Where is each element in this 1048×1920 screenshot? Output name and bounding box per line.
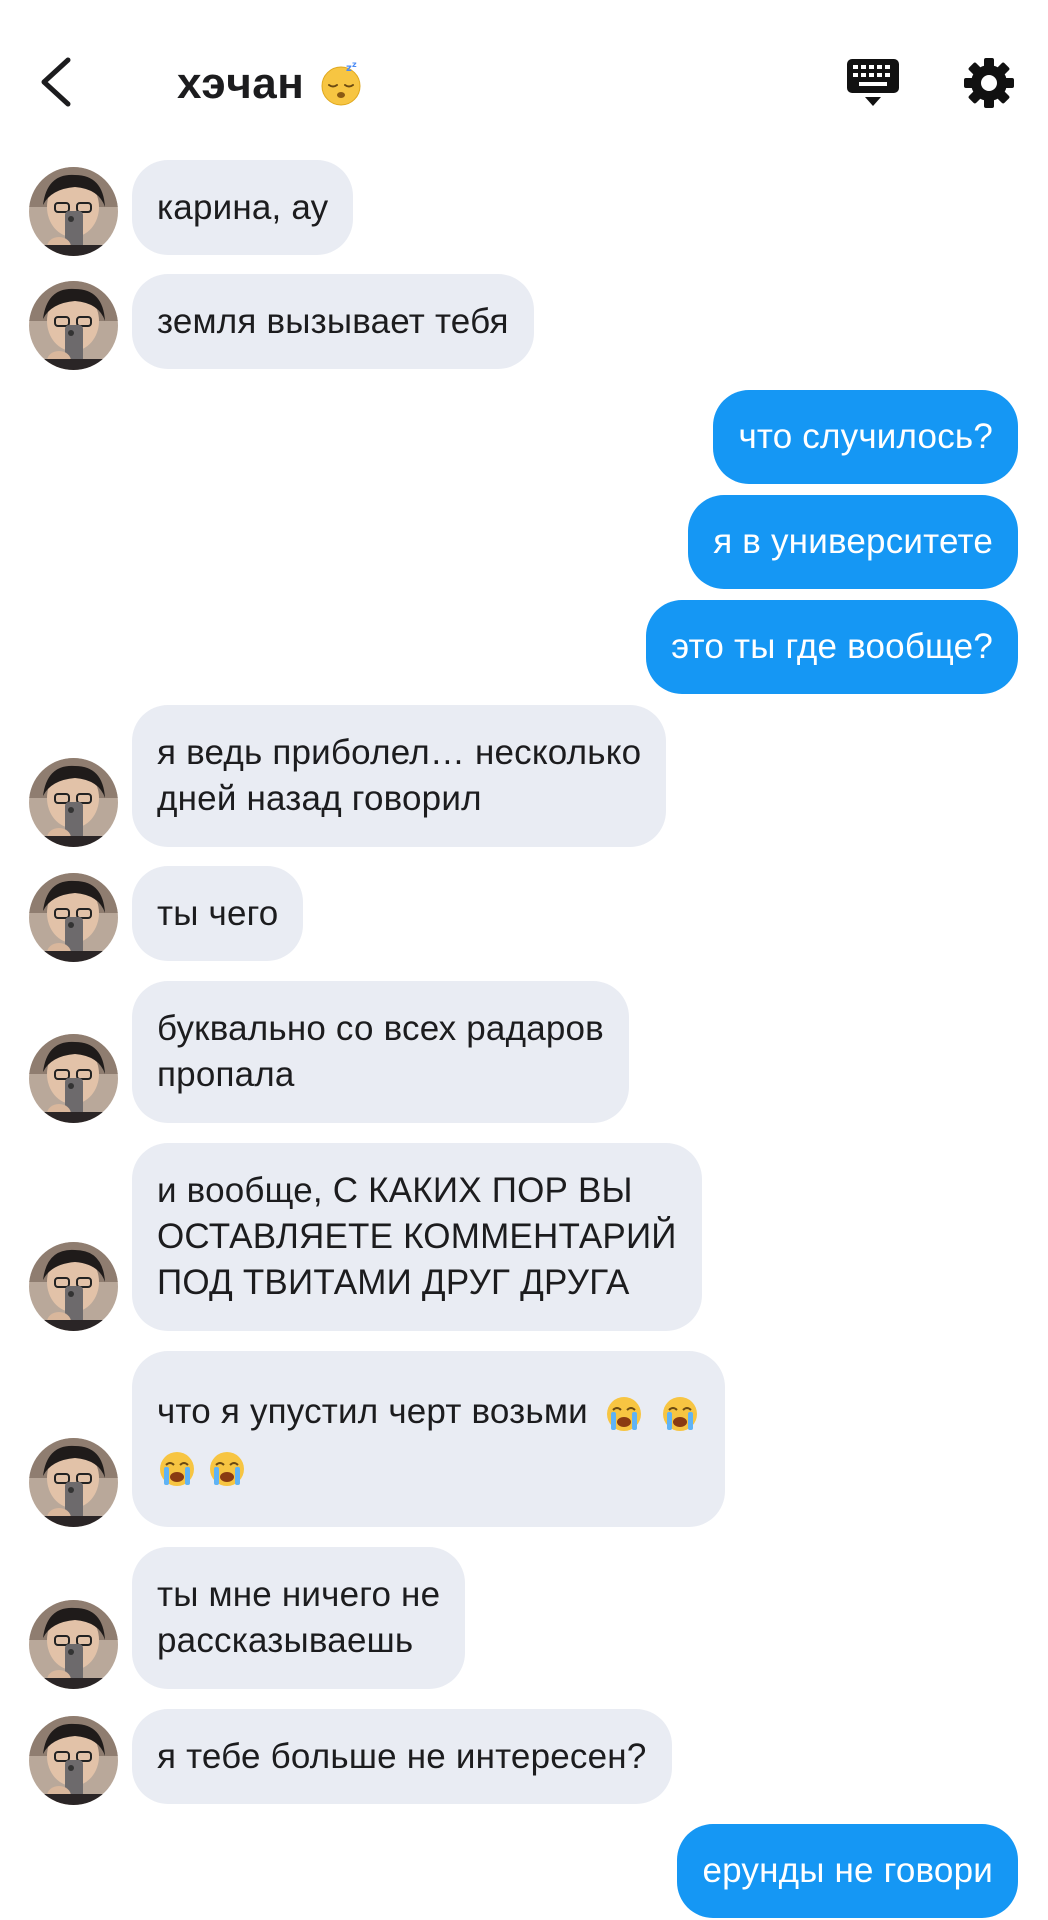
- message-text: ты чего: [157, 893, 279, 933]
- loudly-crying-face-emoji: [662, 1396, 697, 1431]
- message-text: я тебе больше не интересен?: [157, 1736, 647, 1776]
- back-button[interactable]: [30, 52, 90, 112]
- message-text: я в университете: [713, 522, 993, 561]
- keyboard-button[interactable]: [845, 55, 901, 111]
- chat-header: хэчан z z: [0, 0, 1048, 160]
- avatar[interactable]: [29, 1716, 118, 1805]
- message-text: это ты где вообще?: [671, 627, 993, 666]
- avatar[interactable]: [29, 758, 118, 847]
- message-bubble-incoming[interactable]: ты мне ничего не рассказываешь: [132, 1547, 466, 1689]
- message-bubble-incoming[interactable]: ты чего: [132, 866, 304, 961]
- keyboard-icon: [847, 59, 899, 106]
- message-bubble-incoming[interactable]: что я упустил черт возьми: [132, 1351, 725, 1527]
- contact-name: хэчан: [177, 59, 305, 108]
- message-bubble-incoming[interactable]: и вообще, С КАКИХ ПОР ВЫ ОСТАВЛЯЕТЕ КОММ…: [132, 1143, 702, 1331]
- message-bubble-outgoing[interactable]: что случилось?: [713, 390, 1018, 484]
- message-text: что я упустил черт возьми: [157, 1392, 588, 1431]
- avatar[interactable]: [29, 1438, 118, 1527]
- settings-button[interactable]: [962, 56, 1016, 110]
- message-bubble-incoming[interactable]: я ведь приболел… несколько дней назад го…: [132, 705, 667, 847]
- message-text: ерунды не говори: [702, 1851, 993, 1890]
- loudly-crying-face-emoji: [210, 1452, 244, 1486]
- message-bubble-outgoing[interactable]: я в университете: [688, 495, 1018, 589]
- message-text: карина, ау: [157, 187, 329, 227]
- message-bubble-incoming[interactable]: я тебе больше не интересен?: [132, 1709, 672, 1804]
- sleeping-face-emoji: z z: [321, 61, 361, 106]
- message-text: земля вызывает тебя: [157, 301, 509, 341]
- message-bubble-outgoing[interactable]: ерунды не говори: [677, 1824, 1018, 1918]
- gear-icon: [964, 58, 1014, 108]
- message-bubble-incoming[interactable]: карина, ау: [132, 160, 354, 255]
- message-bubble-outgoing[interactable]: это ты где вообще?: [646, 600, 1018, 694]
- message-text: и вообще, С КАКИХ ПОР ВЫ ОСТАВЛЯЕТЕ КОММ…: [157, 1171, 677, 1302]
- avatar[interactable]: [29, 1242, 118, 1331]
- message-text: я ведь приболел… несколько дней назад го…: [157, 733, 642, 818]
- avatar[interactable]: [29, 1600, 118, 1689]
- loudly-crying-face-emoji: [160, 1452, 194, 1486]
- avatar[interactable]: [29, 281, 118, 370]
- loudly-crying-face-emoji: [606, 1396, 641, 1431]
- avatar[interactable]: [29, 167, 118, 256]
- svg-text:z: z: [352, 61, 357, 69]
- message-bubble-incoming[interactable]: буквально со всех радаров пропала: [132, 981, 629, 1123]
- message-text: что случилось?: [738, 417, 993, 456]
- chat-title[interactable]: хэчан z z: [177, 54, 364, 114]
- message-text: ты мне ничего не рассказываешь: [157, 1575, 441, 1660]
- avatar[interactable]: [29, 873, 118, 962]
- chevron-left-icon: [41, 57, 71, 107]
- message-text: буквально со всех радаров пропала: [157, 1009, 604, 1094]
- message-bubble-incoming[interactable]: земля вызывает тебя: [132, 274, 534, 369]
- avatar[interactable]: [29, 1034, 118, 1123]
